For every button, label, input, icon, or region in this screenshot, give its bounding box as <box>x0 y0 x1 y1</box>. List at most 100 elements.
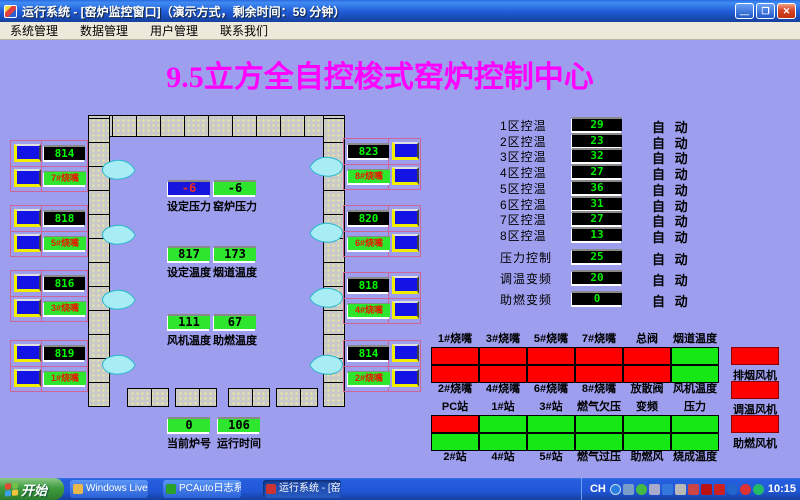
burner-button[interactable] <box>392 344 419 362</box>
taskbar: 开始 Windows Live Mes... PCAuto日志系统 运行系统 -… <box>0 478 800 500</box>
status-cell <box>431 347 479 365</box>
grid-label: 2#烧嘴 <box>431 383 479 397</box>
restore-button[interactable]: ❐ <box>756 3 775 19</box>
flame-icon <box>100 158 138 182</box>
grid-label: 总阀 <box>623 333 671 347</box>
run-time-display: 106 <box>218 417 260 432</box>
close-button[interactable]: ✕ <box>777 3 796 19</box>
tray-icon[interactable] <box>753 484 764 495</box>
burner-value: 818 <box>348 277 389 292</box>
burner-button[interactable] <box>392 234 419 252</box>
control-mode-button[interactable]: 自 动 <box>652 249 691 268</box>
burner-button[interactable] <box>392 167 419 185</box>
zone-value: 36 <box>572 180 622 194</box>
zone-value: 32 <box>572 148 622 162</box>
burner-button[interactable] <box>14 234 41 252</box>
burner-unit-3: 816 3#烧嘴 <box>10 270 88 322</box>
zone-value: 27 <box>572 164 622 178</box>
tray-icon[interactable] <box>714 484 725 495</box>
burner-button[interactable] <box>14 299 41 317</box>
burner-button[interactable] <box>14 344 41 362</box>
tray-icon[interactable] <box>740 484 751 495</box>
burner-label: 4#烧嘴 <box>348 303 390 317</box>
burner-button[interactable] <box>392 142 419 160</box>
zone-value: 27 <box>572 211 622 225</box>
language-indicator[interactable]: CH <box>588 483 608 495</box>
status-cell <box>671 415 719 433</box>
hmi-canvas: 9.5立方全自控梭式窑炉控制中心 814 7#烧嘴 818 5#烧嘴 <box>0 40 800 478</box>
burner-button[interactable] <box>14 274 41 292</box>
burner-unit-1: 819 1#烧嘴 <box>10 340 88 392</box>
zone-row: 1区控温29自 动 <box>500 117 700 132</box>
grid-label: 变频 <box>623 401 671 415</box>
flame-icon <box>307 221 345 245</box>
tray-icon[interactable] <box>688 484 699 495</box>
kiln-wall-top <box>88 115 345 137</box>
status-grid-stations: PC站 1#站 3#站 燃气欠压 变频 压力 2#站 4#站 5#站 燃气过压 … <box>431 401 719 465</box>
burner-button[interactable] <box>392 301 419 319</box>
burner-label: 5#烧嘴 <box>44 236 86 250</box>
window-titlebar: 运行系统 - [窑炉监控窗口]（演示方式，剩余时间：59 分钟） ＿ ❐ ✕ <box>0 0 800 22</box>
status-cell <box>671 365 719 383</box>
grid-label: 1#站 <box>479 401 527 415</box>
status-cell <box>527 433 575 451</box>
runtime-app-icon <box>266 484 276 494</box>
burner-value: 816 <box>44 275 85 290</box>
zone-row: 6区控温31自 动 <box>500 196 700 211</box>
zone-row: 3区控温32自 动 <box>500 148 700 163</box>
burner-button[interactable] <box>14 369 41 387</box>
tray-icon[interactable] <box>675 484 686 495</box>
burner-button[interactable] <box>14 169 41 187</box>
zone-row: 4区控温27自 动 <box>500 164 700 179</box>
burner-unit-6: 820 6#烧嘴 <box>343 205 421 257</box>
menu-contact[interactable]: 联系我们 <box>218 22 270 39</box>
menu-system[interactable]: 系统管理 <box>8 22 60 39</box>
burner-button[interactable] <box>392 276 419 294</box>
taskbar-item-runtime-system[interactable]: 运行系统 - [窑炉... <box>263 480 341 498</box>
start-button[interactable]: 开始 <box>0 478 64 500</box>
tray-icon[interactable] <box>727 484 738 495</box>
status-cell <box>431 433 479 451</box>
zone-value: 29 <box>572 117 622 131</box>
kiln-pressure-label: 窑炉压力 <box>207 198 263 214</box>
grid-label: 风机温度 <box>671 383 719 397</box>
burner-button[interactable] <box>392 369 419 387</box>
tray-icon[interactable] <box>662 484 673 495</box>
taskbar-item-messenger[interactable]: Windows Live Mes... <box>70 480 148 498</box>
control-mode-button[interactable]: 自 动 <box>652 270 691 289</box>
burner-label: 8#烧嘴 <box>348 169 390 183</box>
menu-data[interactable]: 数据管理 <box>78 22 130 39</box>
tray-icon[interactable] <box>623 484 634 495</box>
burner-label: 7#烧嘴 <box>44 171 86 185</box>
burner-label: 6#烧嘴 <box>348 236 390 250</box>
grid-label: 1#烧嘴 <box>431 333 479 347</box>
burner-button[interactable] <box>14 144 41 162</box>
control-value: 0 <box>572 291 622 305</box>
burner-button[interactable] <box>392 209 419 227</box>
tray-icon[interactable] <box>701 484 712 495</box>
log-app-icon <box>166 484 176 494</box>
burner-label: 3#烧嘴 <box>44 301 86 315</box>
tray-icon[interactable] <box>636 484 647 495</box>
zone-value: 13 <box>572 227 622 241</box>
burner-unit-7: 814 7#烧嘴 <box>10 140 88 192</box>
minimize-button[interactable]: ＿ <box>735 3 754 19</box>
menu-user[interactable]: 用户管理 <box>148 22 200 39</box>
control-mode-button[interactable]: 自 动 <box>652 291 691 310</box>
zone-mode-button[interactable]: 自 动 <box>652 227 691 246</box>
taskbar-item-pcauto-log[interactable]: PCAuto日志系统 <box>163 480 241 498</box>
zone-row: 8区控温13自 动 <box>500 227 700 242</box>
kiln-door-segment <box>276 388 318 407</box>
grid-label: 7#烧嘴 <box>575 333 623 347</box>
flame-icon <box>307 155 345 179</box>
zone-label: 4区控温 <box>500 164 547 181</box>
burner-unit-5: 818 5#烧嘴 <box>10 205 88 257</box>
tray-icon[interactable] <box>649 484 660 495</box>
fan-temp-display: 111 <box>168 314 210 329</box>
control-value: 20 <box>572 270 622 284</box>
burner-button[interactable] <box>14 209 41 227</box>
window-title: 运行系统 - [窑炉监控窗口]（演示方式，剩余时间：59 分钟） <box>22 3 345 20</box>
status-cell <box>527 365 575 383</box>
control-value: 25 <box>572 249 622 263</box>
tray-collapse-icon[interactable] <box>610 484 621 495</box>
